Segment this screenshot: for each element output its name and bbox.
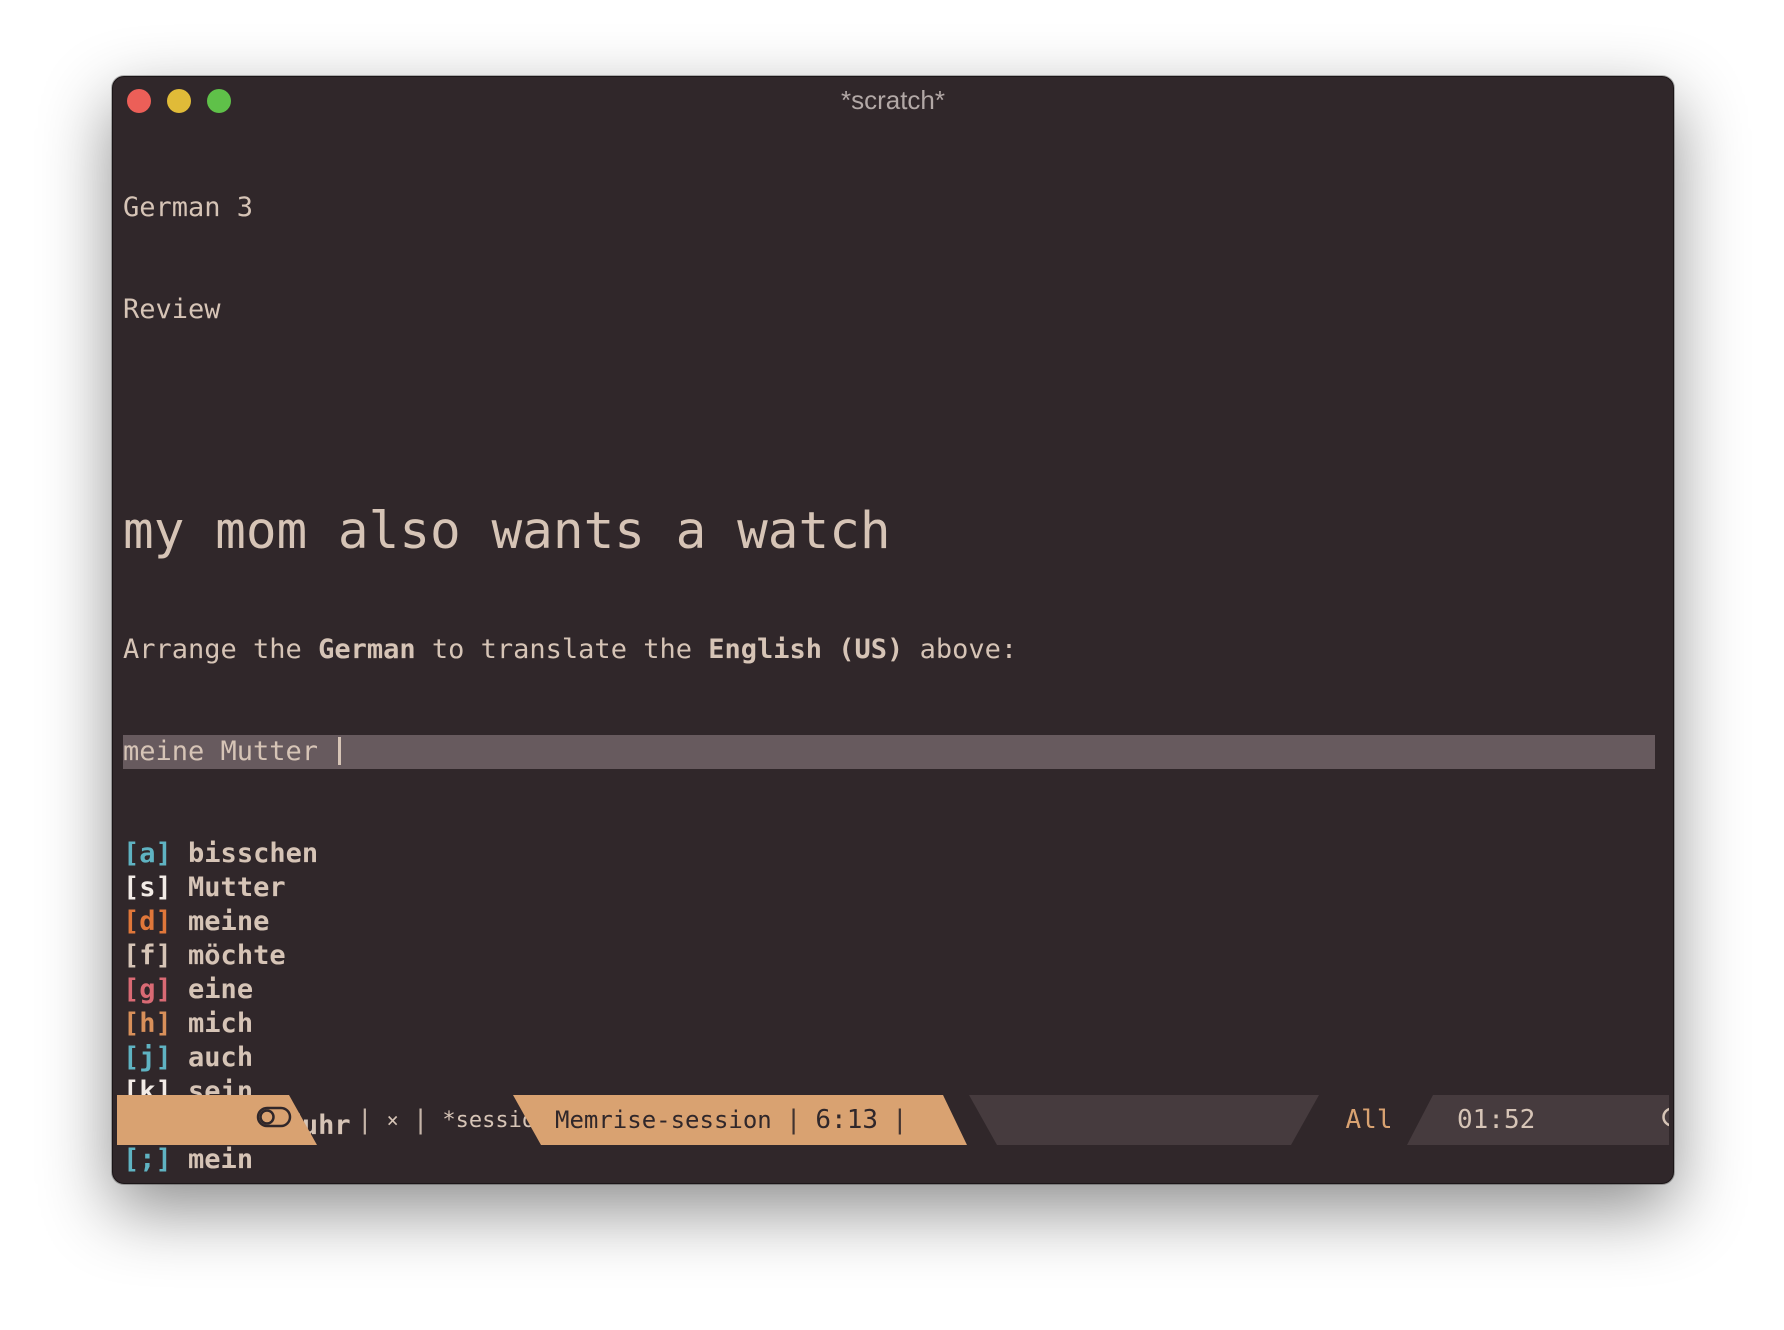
choice-item[interactable]: [f] möchte: [123, 939, 1673, 973]
choice-key: [h]: [123, 1008, 172, 1039]
modeline-mode-segment: Memrise-session | 6:13 |: [513, 1095, 967, 1145]
scratch-buffer[interactable]: German 3 Review my mom also wants a watc…: [123, 123, 1673, 1183]
choice-item[interactable]: [;] mein: [123, 1143, 1673, 1177]
modeline-status-segment: 218: [117, 1095, 317, 1145]
window-title: *scratch*: [840, 85, 946, 115]
major-mode[interactable]: Memrise-session: [555, 1106, 772, 1134]
choice-key: [s]: [123, 872, 172, 903]
choice-word: meine: [188, 906, 270, 937]
choice-key: [a]: [123, 838, 172, 869]
choice-word: auch: [188, 1042, 254, 1073]
choice-word: bisschen: [188, 838, 319, 869]
choice-word: mein: [188, 1144, 254, 1175]
choice-word: möchte: [188, 940, 286, 971]
title-bar: *scratch*: [113, 77, 1673, 121]
emacs-window: *scratch* German 3 Review my mom also wa…: [112, 76, 1674, 1184]
choice-word: Mutter: [188, 872, 286, 903]
choice-item[interactable]: [h] mich: [123, 1007, 1673, 1041]
choice-key: [d]: [123, 906, 172, 937]
mode-line: 218 | × | *session* Memrise-session | 6:13 | A…: [117, 1095, 1669, 1145]
scroll-indicator: All: [1345, 1105, 1393, 1135]
text-cursor: [338, 737, 342, 765]
choice-item[interactable]: [j] auch: [123, 1041, 1673, 1075]
choice-key: [;]: [123, 1144, 172, 1175]
choice-item[interactable]: [s] Mutter: [123, 871, 1673, 905]
answer-input[interactable]: meine Mutter: [123, 735, 1655, 769]
instruction: Arrange the German to translate the Engl…: [123, 634, 1018, 665]
choice-key: [f]: [123, 940, 172, 971]
course-name: German 3: [123, 192, 254, 223]
answer-text: meine Mutter: [123, 736, 335, 767]
modeline-time-segment: 01:52: [1407, 1095, 1669, 1145]
modified-indicator: ×: [386, 1108, 399, 1132]
session-mode: Review: [123, 294, 221, 325]
choice-item[interactable]: [d] meine: [123, 905, 1673, 939]
modeline-spacer: [969, 1095, 1319, 1145]
session-timer: 01:52: [1457, 1105, 1536, 1135]
prompt-sentence: my mom also wants a watch: [123, 502, 891, 561]
cursor-position: 6:13: [815, 1105, 879, 1135]
choice-item[interactable]: [g] eine: [123, 973, 1673, 1007]
choice-item[interactable]: [a] bisschen: [123, 837, 1673, 871]
choice-key: [j]: [123, 1042, 172, 1073]
choice-word: mich: [188, 1008, 254, 1039]
choice-word: eine: [188, 974, 254, 1005]
modeline-buffer-segment: | × | *session*: [357, 1105, 562, 1135]
choice-key: [g]: [123, 974, 172, 1005]
